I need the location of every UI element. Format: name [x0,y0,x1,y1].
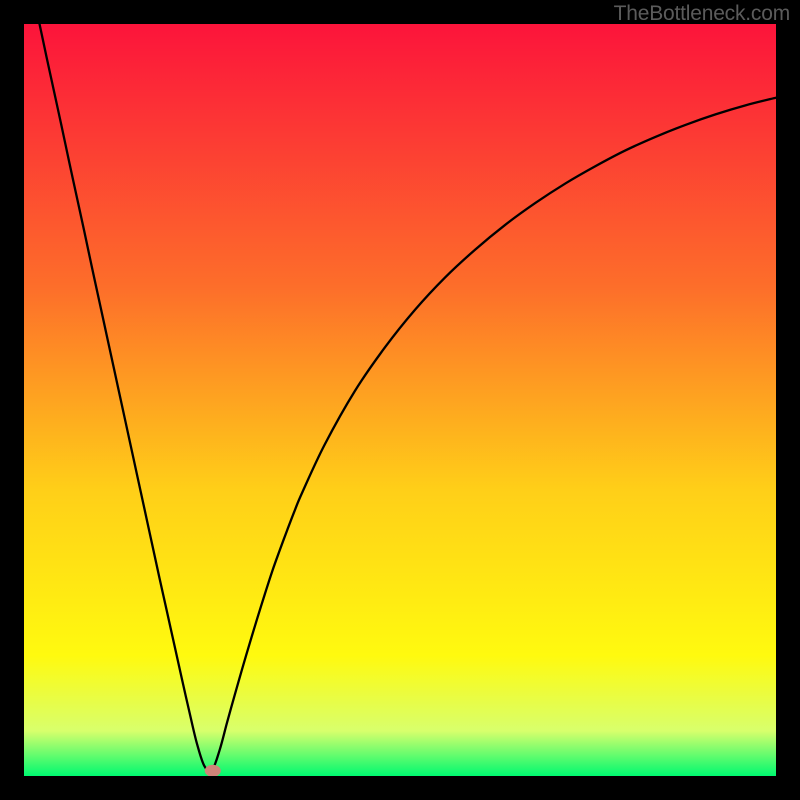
plot-svg [24,24,776,776]
attribution-text: TheBottleneck.com [614,2,790,26]
gradient-background [24,24,776,776]
bottleneck-plot [24,24,776,776]
chart-frame: TheBottleneck.com [0,0,800,800]
